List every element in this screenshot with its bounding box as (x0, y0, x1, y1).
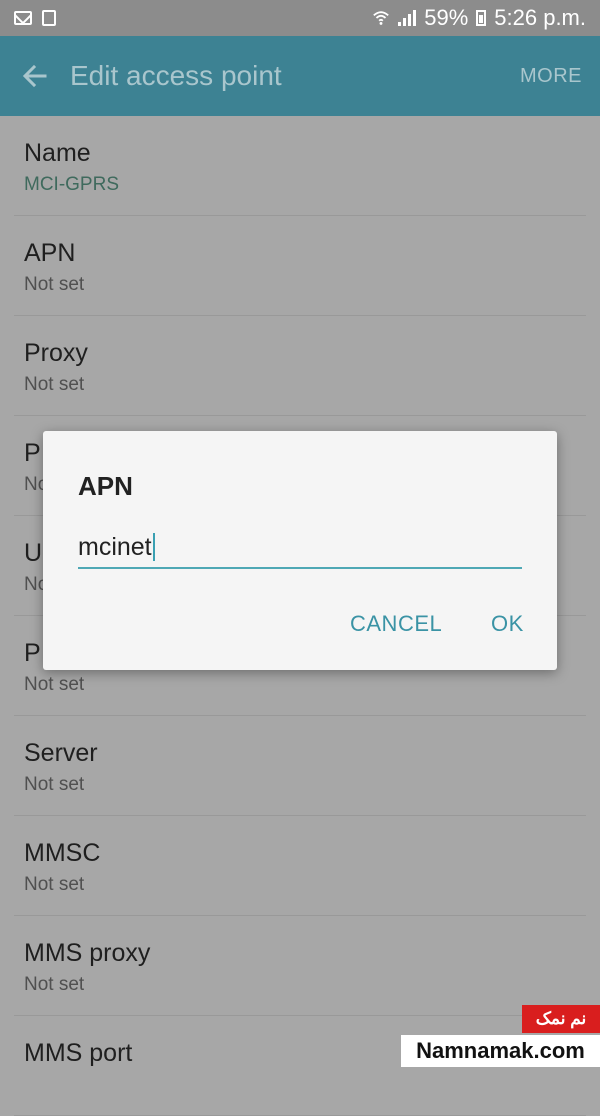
list-item-value: Not set (24, 974, 85, 995)
list-item-name[interactable]: Name MCI-GPRS (14, 116, 586, 216)
text-cursor (152, 533, 155, 561)
status-bar: 59% 5:26 p.m. (0, 0, 600, 36)
watermark-brand: نم نمک (522, 1005, 600, 1033)
cancel-button[interactable]: CANCEL (350, 611, 442, 637)
status-bar-left (14, 10, 56, 26)
dialog-title: APN (78, 471, 133, 501)
list-item-value: Not set (24, 874, 85, 895)
mail-icon (14, 11, 32, 25)
list-item-title: MMSC (24, 839, 101, 867)
list-item-value: Not set (24, 774, 85, 795)
apn-edit-dialog: APN mcinet CANCEL OK (43, 431, 557, 670)
watermark-site: Namnamak.com (401, 1035, 600, 1067)
status-bar-right: 59% 5:26 p.m. (372, 5, 586, 31)
apn-input-value: mcinet (78, 532, 152, 561)
list-item-title: APN (24, 239, 76, 267)
page-title: Edit access point (70, 60, 282, 91)
signal-icon (398, 10, 417, 26)
battery-percent: 59% (424, 5, 469, 30)
list-item-title: Server (24, 739, 98, 767)
apn-input[interactable]: mcinet (78, 527, 522, 569)
list-item-mms-proxy[interactable]: MMS proxy Not set (14, 916, 586, 1016)
list-item-value: Not set (24, 674, 85, 695)
recycle-icon (42, 10, 56, 26)
list-item-proxy[interactable]: Proxy Not set (14, 316, 586, 416)
app-bar: Edit access point MORE (0, 36, 600, 116)
list-item-title: Proxy (24, 339, 88, 367)
list-item-title: Name (24, 139, 91, 167)
wifi-icon (373, 11, 390, 25)
battery-icon (476, 10, 487, 26)
list-item-title: MMS proxy (24, 939, 151, 967)
list-item-mmsc[interactable]: MMSC Not set (14, 816, 586, 916)
list-item-value: MCI-GPRS (24, 174, 119, 195)
list-item-apn[interactable]: APN Not set (14, 216, 586, 316)
back-arrow-icon[interactable] (20, 61, 50, 91)
list-item-value: Not set (24, 274, 85, 295)
more-button[interactable]: MORE (520, 65, 582, 88)
list-item-value: Not set (24, 374, 85, 395)
clock: 5:26 p.m. (494, 5, 586, 30)
ok-button[interactable]: OK (491, 611, 524, 637)
list-item-server[interactable]: Server Not set (14, 716, 586, 816)
